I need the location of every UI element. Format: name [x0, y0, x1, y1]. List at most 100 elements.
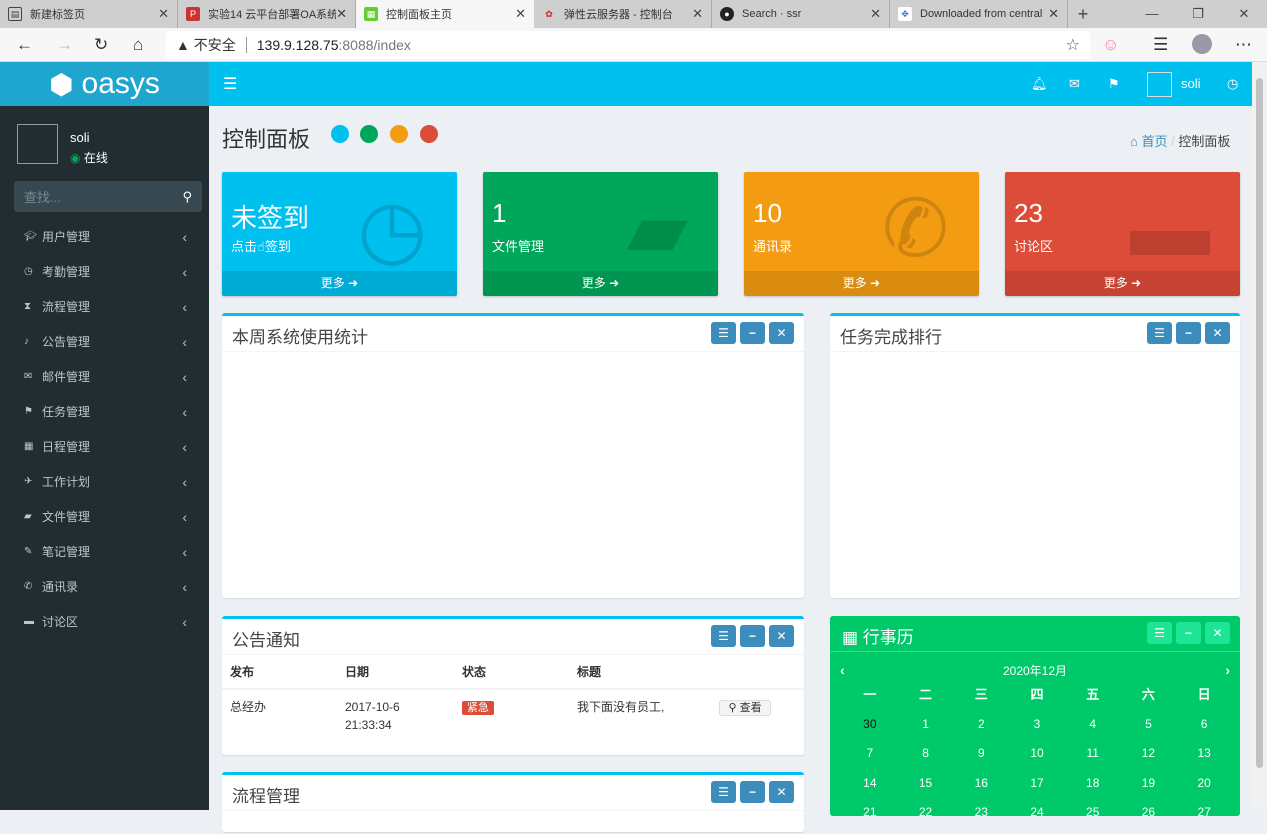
close-icon[interactable]: ✕ — [769, 322, 794, 344]
calendar-day[interactable]: 19 — [1121, 775, 1177, 805]
forward-icon[interactable]: → — [56, 35, 73, 55]
calendar-day[interactable]: 15 — [898, 775, 954, 805]
calendar-day[interactable]: 18 — [1065, 775, 1121, 805]
flag-icon[interactable]: ⚑ — [1108, 76, 1120, 92]
breadcrumb-home[interactable]: ⌂ 首页 — [1130, 134, 1168, 149]
calendar-day[interactable]: 7 — [842, 745, 898, 775]
calendar-day[interactable]: 12 — [1121, 745, 1177, 775]
calendar-day[interactable]: 10 — [1009, 745, 1065, 775]
browser-tab[interactable]: ▤ 新建标签页 ✕ — [0, 0, 178, 28]
more-link[interactable]: 更多 ➜ — [222, 271, 457, 296]
calendar-day[interactable]: 5 — [1121, 716, 1177, 746]
calendar-day[interactable]: 22 — [898, 804, 954, 834]
close-icon[interactable]: ✕ — [1048, 6, 1059, 22]
calendar-day[interactable]: 9 — [953, 745, 1009, 775]
more-link[interactable]: 更多 ➜ — [483, 271, 718, 296]
calendar-day[interactable]: 26 — [1121, 804, 1177, 834]
sidebar-item[interactable]: ♪ 公告管理 ‹ — [0, 324, 209, 359]
calendar-day[interactable]: 16 — [953, 775, 1009, 805]
more-link[interactable]: 更多 ➜ — [1005, 271, 1240, 296]
close-icon[interactable]: ✕ — [515, 6, 526, 22]
calendar-day[interactable]: 1 — [898, 716, 954, 746]
close-icon[interactable]: ✕ — [1205, 322, 1230, 344]
calendar-day[interactable]: 21 — [842, 804, 898, 834]
menu-toggle-icon[interactable]: ☰ — [223, 74, 237, 94]
extension-icon[interactable]: ☺ — [1102, 35, 1119, 55]
close-icon[interactable]: ✕ — [158, 6, 169, 22]
sidebar-search-input[interactable]: 查找... ⚲ — [14, 181, 202, 212]
clock-icon[interactable]: ◷ — [1227, 76, 1238, 92]
minimize-icon[interactable]: − — [1176, 322, 1201, 344]
close-icon[interactable]: ✕ — [336, 6, 347, 22]
calendar-day[interactable]: 24 — [1009, 804, 1065, 834]
browser-tab-active[interactable]: ▦ 控制面板主页 ✕ — [356, 0, 534, 28]
home-icon[interactable]: ⌂ — [133, 35, 143, 55]
list-icon[interactable]: ☰ — [1147, 622, 1172, 644]
theme-dot-orange[interactable] — [390, 125, 408, 143]
theme-dot-green[interactable] — [360, 125, 378, 143]
calendar-day[interactable]: 14 — [842, 775, 898, 805]
browser-tab[interactable]: ● Search · ssr ✕ — [712, 0, 890, 28]
list-icon[interactable]: ☰ — [711, 781, 736, 803]
favorites-icon[interactable]: ☰ — [1153, 35, 1168, 55]
calendar-day[interactable]: 17 — [1009, 775, 1065, 805]
calendar-day[interactable]: 6 — [1176, 716, 1232, 746]
close-window-button[interactable]: ✕ — [1221, 0, 1267, 28]
sidebar-item[interactable]: ⚑ 任务管理 ‹ — [0, 394, 209, 429]
scrollbar[interactable] — [1252, 62, 1267, 810]
theme-dot-red[interactable] — [420, 125, 438, 143]
calendar-day[interactable]: 11 — [1065, 745, 1121, 775]
sidebar-item[interactable]: ⧗ 流程管理 ‹ — [0, 289, 209, 324]
minimize-icon[interactable]: − — [740, 781, 765, 803]
calendar-day[interactable]: 2 — [953, 716, 1009, 746]
browser-tab[interactable]: ✥ Downloaded from central ✕ — [890, 0, 1068, 28]
sidebar-item[interactable]: ▰ 文件管理 ‹ — [0, 499, 209, 534]
theme-dot-aqua[interactable] — [331, 125, 349, 143]
sidebar-item[interactable]: ▦ 日程管理 ‹ — [0, 429, 209, 464]
calendar-day[interactable]: 23 — [953, 804, 1009, 834]
close-icon[interactable]: ✕ — [1205, 622, 1230, 644]
sidebar-item[interactable]: ✈ 工作计划 ‹ — [0, 464, 209, 499]
checkin-link[interactable]: 点击☝签到 — [231, 236, 291, 255]
user-avatar[interactable] — [1147, 72, 1172, 97]
sidebar-item[interactable]: ✉ 邮件管理 ‹ — [0, 359, 209, 394]
sidebar-item[interactable]: ✆ 通讯录 ‹ — [0, 569, 209, 604]
next-month-icon[interactable]: › — [1225, 662, 1230, 678]
calendar-day[interactable]: 25 — [1065, 804, 1121, 834]
back-icon[interactable]: ← — [16, 35, 33, 55]
new-tab-button[interactable]: + — [1068, 0, 1098, 28]
close-icon[interactable]: ✕ — [692, 6, 703, 22]
list-icon[interactable]: ☰ — [711, 625, 736, 647]
calendar-day[interactable]: 4 — [1065, 716, 1121, 746]
sidebar-item[interactable]: ▬ 讨论区 ‹ — [0, 604, 209, 639]
calendar-day[interactable]: 30 — [842, 716, 898, 746]
sidebar-item[interactable]: ◷ 考勤管理 ‹ — [0, 254, 209, 289]
calendar-day[interactable]: 8 — [898, 745, 954, 775]
prev-month-icon[interactable]: ‹ — [840, 662, 845, 678]
close-icon[interactable]: ✕ — [769, 781, 794, 803]
restore-button[interactable]: ❐ — [1175, 0, 1221, 28]
profile-avatar[interactable] — [1192, 34, 1212, 54]
scrollbar-thumb[interactable] — [1256, 78, 1263, 768]
browser-tab[interactable]: P 实验14 云平台部署OA系统 ✕ — [178, 0, 356, 28]
calendar-day[interactable]: 27 — [1176, 804, 1232, 834]
more-link[interactable]: 更多 ➜ — [744, 271, 979, 296]
search-icon[interactable]: ⚲ — [182, 189, 192, 205]
refresh-icon[interactable]: ↻ — [94, 35, 108, 55]
calendar-day[interactable]: 20 — [1176, 775, 1232, 805]
close-icon[interactable]: ✕ — [769, 625, 794, 647]
minimize-icon[interactable]: − — [740, 625, 765, 647]
logo[interactable]: ⬢ oasys — [0, 62, 209, 106]
close-icon[interactable]: ✕ — [870, 6, 881, 22]
view-button[interactable]: ⚲ 查看 — [719, 700, 771, 716]
list-icon[interactable]: ☰ — [1147, 322, 1172, 344]
browser-tab[interactable]: ✿ 弹性云服务器 - 控制台 ✕ — [534, 0, 712, 28]
sidebar-item[interactable]: 🎓︎ 用户管理 ‹ — [0, 219, 209, 254]
minimize-icon[interactable]: − — [740, 322, 765, 344]
star-icon[interactable]: ☆ — [1066, 35, 1080, 55]
user-name[interactable]: soli — [1181, 76, 1201, 91]
bell-icon[interactable]: 🔔︎ — [1031, 76, 1048, 92]
url-input[interactable]: ▲ 不安全 139.9.128.75:8088/index ☆ — [166, 31, 1090, 59]
calendar-day[interactable]: 13 — [1176, 745, 1232, 775]
sidebar-item[interactable]: ✎ 笔记管理 ‹ — [0, 534, 209, 569]
